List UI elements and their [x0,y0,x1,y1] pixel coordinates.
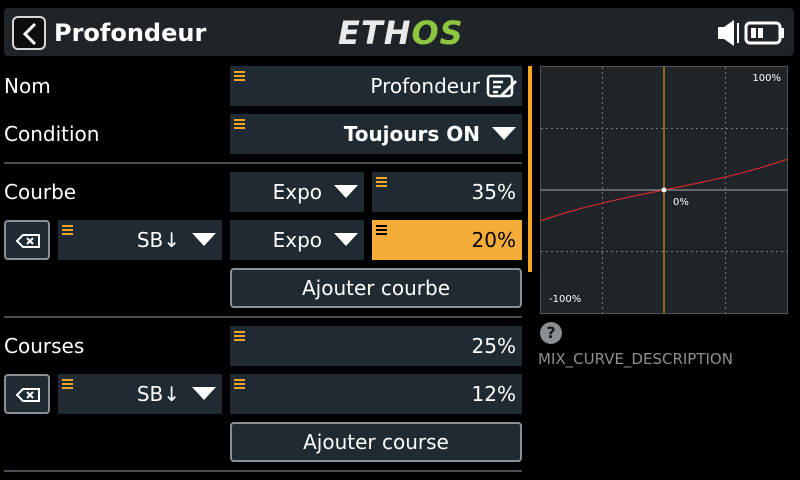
curve-value-field[interactable]: 35% [372,172,522,212]
curve-switch-type-select[interactable]: Expo [230,220,364,260]
question-icon[interactable]: ? [540,322,562,344]
divider [4,162,522,164]
page-title: Profondeur [54,19,207,47]
drag-handle-icon [234,379,245,389]
graph-center-label: 0% [673,197,689,208]
divider [4,316,522,318]
rates-switch-value: SB↓ [136,382,180,406]
back-button[interactable] [12,16,46,50]
condition-select[interactable]: Toujours ON [230,114,522,154]
curve-switch-value: SB↓ [136,228,180,252]
add-rate-button[interactable]: Ajouter course [230,422,522,462]
battery-icon [744,21,784,45]
chevron-left-icon [22,22,37,46]
rates-value-field[interactable]: 25% [230,326,522,366]
rates-value: 25% [471,334,516,358]
curve-type-select[interactable]: Expo [230,172,364,212]
chevron-down-icon [192,233,216,246]
curve-switch-value-text: 20% [471,228,516,252]
drag-handle-icon [376,225,387,235]
rates-switch-value-field[interactable]: 12% [230,374,522,414]
delete-curve-button[interactable] [4,220,50,260]
ethos-logo: ETHOS [338,16,464,50]
chevron-down-icon [334,233,358,246]
name-label: Nom [4,74,51,98]
drag-handle-icon [234,71,245,81]
curve-switch-type-value: Expo [272,228,322,252]
curve-switch-select[interactable]: SB↓ [58,220,222,260]
drag-handle-icon [234,119,245,129]
graph-min-label: -100% [549,294,582,305]
curve-center-point [661,187,667,193]
curve-label: Courbe [4,180,77,204]
curve-graph-svg [541,67,787,313]
speaker-icon [718,20,739,46]
drag-handle-icon [234,331,245,341]
name-value: Profondeur [370,74,480,98]
condition-label: Condition [4,122,100,146]
logo-text-white: ETH [338,14,412,52]
drag-handle-icon [376,177,387,187]
backspace-icon [16,234,40,248]
chevron-down-icon [192,387,216,400]
graph-max-label: 100% [752,73,781,84]
rates-switch-select[interactable]: SB↓ [58,374,222,414]
rates-switch-value-text: 12% [471,382,516,406]
drag-handle-icon [62,379,73,389]
chevron-down-icon [492,127,516,140]
delete-rate-button[interactable] [4,374,50,414]
condition-value: Toujours ON [343,122,480,146]
curve-description: MIX_CURVE_DESCRIPTION [538,350,733,368]
edit-icon [486,74,517,98]
scroll-indicator [528,66,532,272]
logo-text-green: OS [411,14,464,52]
curve-switch-value-field[interactable]: 20% [372,220,522,260]
add-curve-button[interactable]: Ajouter courbe [230,268,522,308]
curve-type-value: Expo [272,180,322,204]
name-field[interactable]: Profondeur [230,66,522,106]
curve-value: 35% [471,180,516,204]
chevron-down-icon [334,185,358,198]
status-icons [716,18,788,48]
drag-handle-icon [62,225,73,235]
backspace-icon [16,388,40,402]
curve-graph: 100% 0% -100% [540,66,788,314]
rates-label: Courses [4,334,85,358]
divider [4,470,522,472]
